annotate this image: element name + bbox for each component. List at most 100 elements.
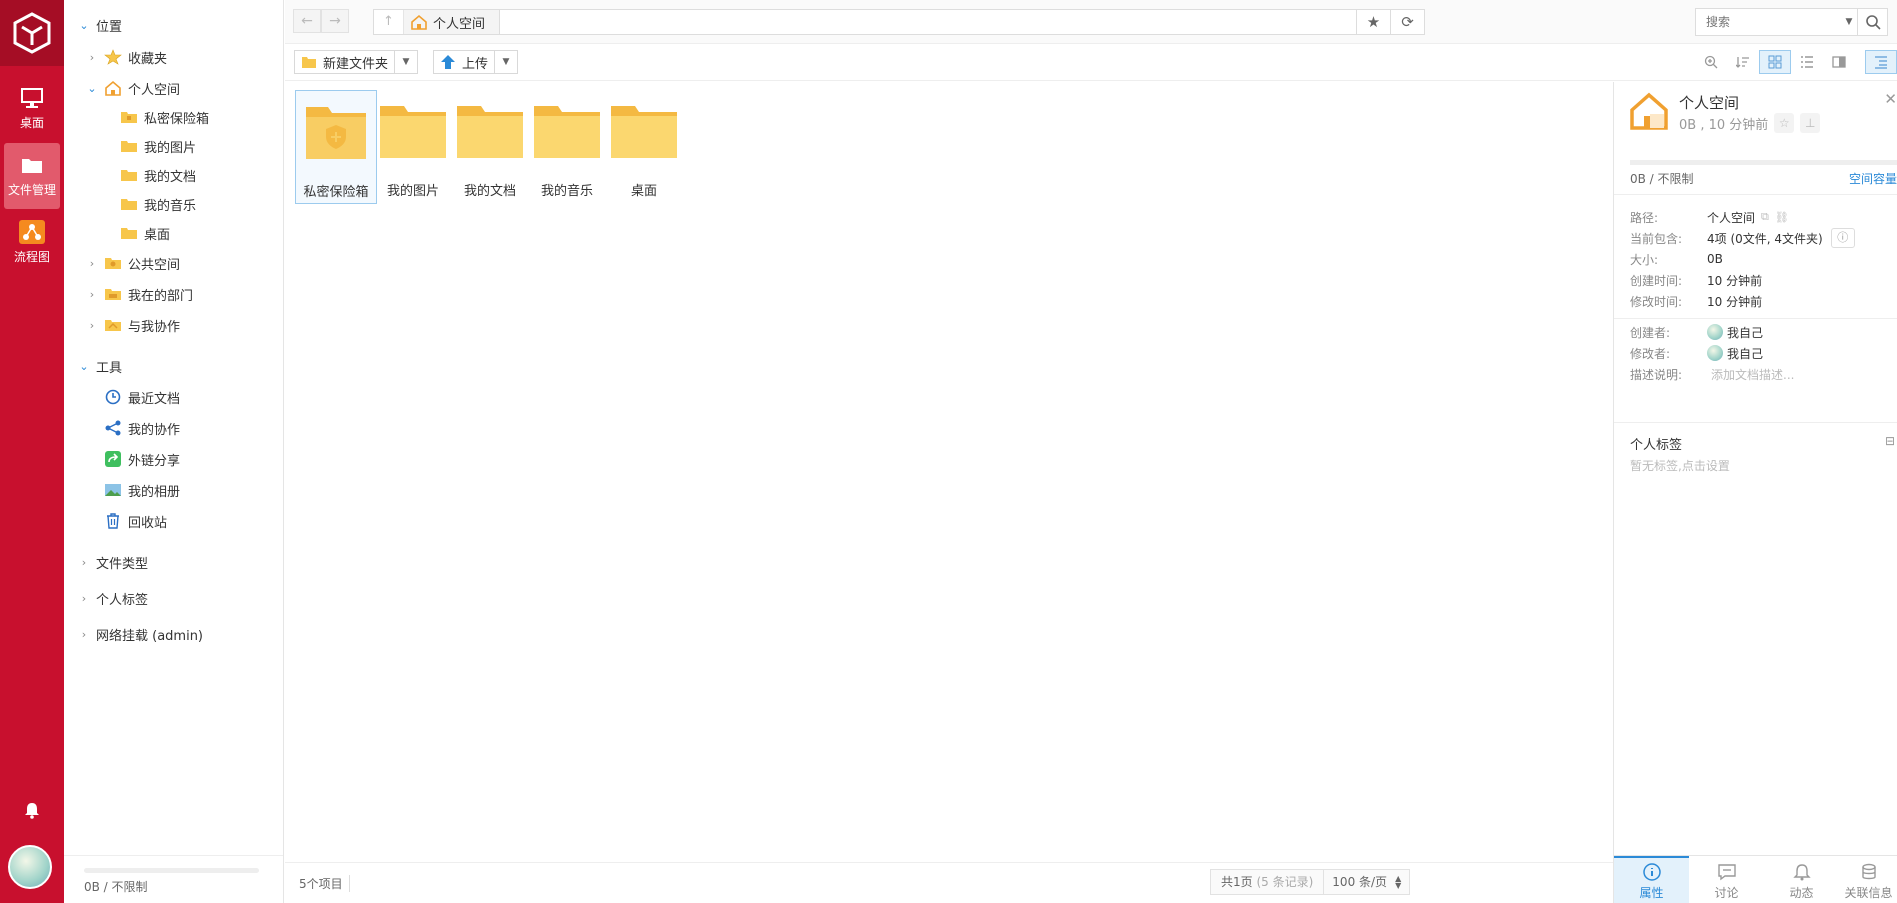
- prop-key: 当前包含:: [1630, 231, 1683, 246]
- file-name: 私密保险箱: [303, 185, 369, 200]
- user-avatar[interactable]: [8, 845, 52, 889]
- folder-icon: [534, 106, 600, 158]
- tab-properties[interactable]: 属性: [1614, 856, 1689, 903]
- new-folder-main[interactable]: 新建文件夹: [295, 51, 396, 73]
- item-count: 5个项目: [299, 875, 350, 892]
- tab-related[interactable]: 关联信息: [1839, 856, 1897, 903]
- divider: [1614, 422, 1897, 423]
- search-input[interactable]: [1696, 9, 1846, 35]
- zoom-icon[interactable]: [1695, 50, 1727, 74]
- file-item-pictures[interactable]: 我的图片: [372, 90, 454, 204]
- chevron-down-icon[interactable]: ▼: [395, 57, 417, 67]
- file-item-vault[interactable]: 私密保险箱: [295, 90, 377, 204]
- refresh-button[interactable]: ⟳: [1390, 10, 1424, 34]
- address-bar: ↑ 个人空间 ★ ⟳: [373, 9, 1425, 35]
- tree-tools[interactable]: ⌄ 工具: [78, 355, 122, 377]
- back-button[interactable]: ←: [293, 9, 321, 33]
- tree-label: 桌面: [144, 227, 171, 243]
- folder-icon: [457, 106, 523, 158]
- sort-icon[interactable]: [1727, 50, 1759, 74]
- edit-tag-icon[interactable]: ⊟: [1885, 434, 1895, 448]
- record-count: (5 条记录): [1256, 875, 1314, 889]
- tree-item-vault[interactable]: 私密保险箱: [120, 106, 209, 128]
- tree-label: 收藏夹: [128, 51, 168, 67]
- tags-empty-hint[interactable]: 暂无标签,点击设置: [1630, 457, 1730, 474]
- tree-file-types[interactable]: › 文件类型: [78, 551, 148, 573]
- split-view-icon[interactable]: [1823, 50, 1855, 74]
- pin-icon[interactable]: ⊥: [1800, 113, 1821, 133]
- upload-button[interactable]: 上传 ▼: [433, 50, 519, 74]
- close-icon[interactable]: ✕: [1884, 90, 1897, 108]
- search-box: ▼: [1695, 8, 1888, 36]
- rail-file-manager[interactable]: 文件管理: [4, 143, 60, 209]
- info-icon[interactable]: ⓘ: [1830, 228, 1855, 248]
- upload-arrow-icon: [441, 55, 455, 69]
- space-capacity-link[interactable]: 空间容量: [1849, 170, 1897, 187]
- per-page-select[interactable]: 100 条/页 ▲ ▼: [1324, 870, 1409, 894]
- status-bar: 5个项目 共1页 (5 条记录) 100 条/页 ▲ ▼: [285, 862, 1613, 903]
- chevron-down-icon[interactable]: ▼: [495, 57, 517, 67]
- tree-personal-tags[interactable]: › 个人标签: [78, 587, 148, 609]
- detail-panel-toggle-icon[interactable]: [1865, 50, 1897, 74]
- tree-label: 个人空间: [128, 82, 181, 98]
- image-icon: [105, 484, 121, 496]
- app-logo[interactable]: [0, 0, 64, 66]
- upload-main[interactable]: 上传: [434, 51, 496, 73]
- prop-value: 4项 (0文件, 4文件夹) ⓘ: [1707, 228, 1855, 248]
- tree-section-label: 位置: [96, 19, 123, 35]
- link-icon[interactable]: ⛓: [1775, 211, 1789, 224]
- view-switcher: [1695, 50, 1897, 74]
- description-input[interactable]: 添加文档描述...: [1711, 366, 1794, 383]
- file-item-desktop[interactable]: 桌面: [603, 90, 685, 204]
- tree-location[interactable]: ⌄ 位置: [78, 14, 122, 36]
- file-item-music[interactable]: 我的音乐: [526, 90, 608, 204]
- avatar: [1707, 324, 1723, 340]
- bell-icon: [1792, 864, 1811, 881]
- tab-activity[interactable]: 动态: [1764, 856, 1839, 903]
- tree-network-mount[interactable]: › 网络挂载 (admin): [78, 623, 203, 645]
- tree-item-collab[interactable]: 我的协作: [104, 417, 180, 439]
- grid-view-icon[interactable]: [1759, 50, 1791, 74]
- tree-item-public-space[interactable]: › 公共空间: [86, 252, 180, 274]
- star-outline-icon[interactable]: ☆: [1774, 113, 1795, 133]
- rail-flowchart[interactable]: 流程图: [0, 210, 64, 276]
- tree-item-recent[interactable]: 最近文档: [104, 386, 180, 408]
- search-scope-dropdown[interactable]: ▼: [1841, 9, 1857, 35]
- tree-item-my-department[interactable]: › 我在的部门: [86, 283, 193, 305]
- space-quota-text: 0B / 不限制: [1630, 172, 1694, 186]
- upload-label: 上传: [462, 56, 489, 72]
- divider: [1614, 318, 1897, 319]
- top-bar: ← → ↑ 个人空间 ★ ⟳ ▼: [285, 0, 1897, 44]
- database-icon: [1861, 863, 1876, 880]
- favorite-star-button[interactable]: ★: [1356, 10, 1390, 34]
- tree-label: 回收站: [128, 515, 168, 531]
- rail-desktop[interactable]: 桌面: [0, 76, 64, 142]
- bell-icon[interactable]: [22, 800, 42, 820]
- tree-item-shared-with-me[interactable]: › 与我协作: [86, 314, 180, 336]
- file-item-documents[interactable]: 我的文档: [449, 90, 531, 204]
- copy-icon[interactable]: ⧉: [1761, 210, 1769, 224]
- tree-section-label: 文件类型: [96, 556, 149, 572]
- public-folder-icon: [105, 258, 121, 269]
- chevron-down-icon: ⌄: [87, 81, 97, 95]
- up-button[interactable]: ↑: [374, 10, 404, 34]
- tree-item-music[interactable]: 我的音乐: [120, 193, 196, 215]
- forward-button[interactable]: →: [321, 9, 349, 33]
- tree-item-desktop[interactable]: 桌面: [120, 222, 170, 244]
- tags-title: 个人标签: [1630, 438, 1683, 453]
- list-view-icon[interactable]: [1791, 50, 1823, 74]
- tree-item-favorites[interactable]: › 收藏夹: [86, 46, 167, 68]
- chevron-down-icon: ⌄: [79, 18, 89, 32]
- tree-item-recycle[interactable]: 回收站: [104, 510, 167, 532]
- tree-item-external-share[interactable]: 外链分享: [104, 448, 180, 470]
- breadcrumb[interactable]: 个人空间: [404, 10, 501, 34]
- prop-value: 0B: [1707, 252, 1723, 266]
- tab-discussion[interactable]: 讨论: [1689, 856, 1764, 903]
- search-button[interactable]: [1857, 9, 1887, 35]
- tree-item-documents[interactable]: 我的文档: [120, 164, 196, 186]
- new-folder-button[interactable]: 新建文件夹 ▼: [294, 50, 419, 74]
- tree-item-pictures[interactable]: 我的图片: [120, 135, 196, 157]
- tree-item-personal-space[interactable]: ⌄ 个人空间: [86, 77, 180, 99]
- tab-label: 属性: [1639, 886, 1664, 900]
- tree-item-album[interactable]: 我的相册: [104, 479, 180, 501]
